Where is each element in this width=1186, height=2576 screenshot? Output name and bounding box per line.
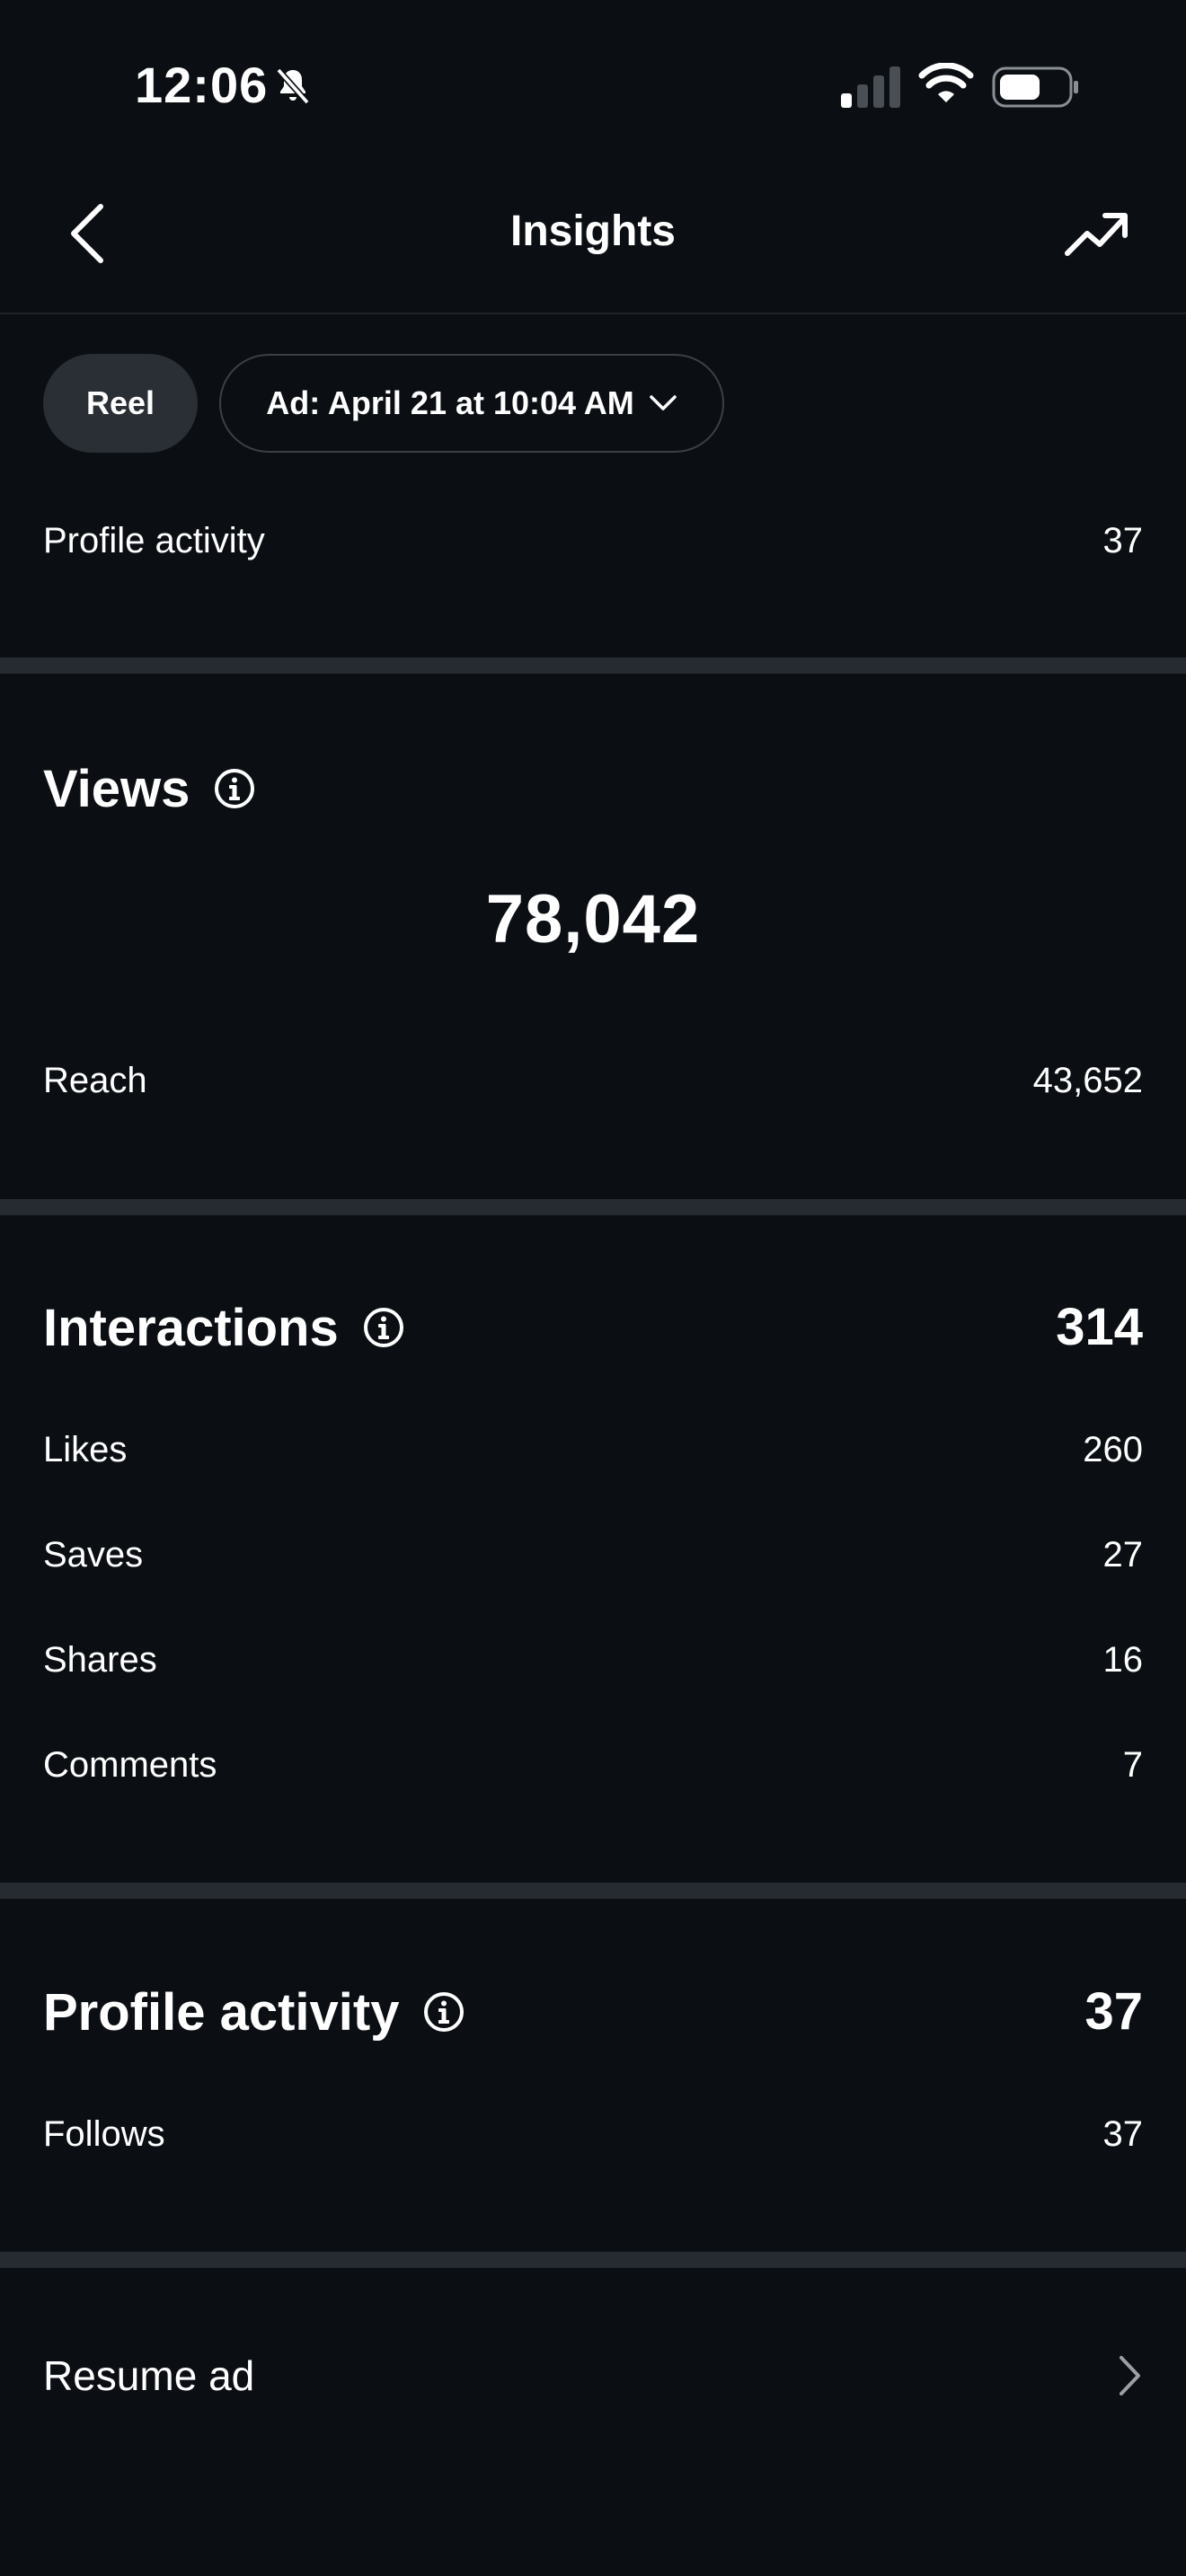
row-value: 37 [1102, 2113, 1144, 2154]
ad-date-dropdown[interactable]: Ad: April 21 at 10:04 AM [219, 354, 724, 453]
insights-screen: 12:06 Insights Reel Ad: April 21 at 10:0… [0, 0, 1186, 2576]
section-title-text: Views [43, 759, 190, 818]
summary-profile-activity-row: Profile activity 37 [43, 514, 1143, 568]
saves-row: Saves 27 [43, 1528, 1143, 1582]
trending-up-icon[interactable] [1064, 207, 1130, 260]
likes-row: Likes 260 [43, 1423, 1143, 1477]
reel-chip-label: Reel [85, 384, 155, 421]
row-label: Likes [43, 1429, 128, 1469]
status-bar: 12:06 [0, 0, 1186, 171]
info-icon[interactable] [213, 767, 256, 810]
resume-ad-button[interactable]: Resume ad [43, 2344, 1143, 2407]
nav-bar: Insights [0, 171, 1186, 314]
profile-activity-total: 37 [1084, 1982, 1143, 2041]
chevron-down-icon [649, 395, 677, 410]
battery-icon [992, 66, 1078, 108]
info-icon[interactable] [422, 1990, 465, 2033]
ad-date-label: Ad: April 21 at 10:04 AM [266, 384, 634, 421]
row-label: Profile activity [43, 520, 265, 560]
chevron-right-icon [1120, 2356, 1140, 2395]
row-value: 27 [1102, 1534, 1144, 1575]
section-divider [0, 657, 1186, 674]
cellular-signal-icon [841, 66, 900, 108]
row-label: Reach [43, 1060, 147, 1100]
row-value: 16 [1102, 1639, 1144, 1680]
follows-row: Follows 37 [43, 2107, 1143, 2161]
row-value: 43,652 [1032, 1060, 1143, 1100]
section-divider [0, 2252, 1186, 2268]
reel-chip[interactable]: Reel [43, 354, 198, 453]
wifi-icon [918, 63, 974, 102]
views-total: 78,042 [485, 881, 701, 957]
section-title-text: Profile activity [43, 1982, 400, 2042]
row-value: 260 [1083, 1429, 1143, 1469]
section-title-text: Interactions [43, 1298, 339, 1357]
info-icon[interactable] [362, 1306, 405, 1349]
row-value: 7 [1122, 1744, 1143, 1785]
row-label: Shares [43, 1639, 157, 1680]
row-label: Comments [43, 1744, 217, 1785]
views-section-title: Views [43, 754, 256, 823]
row-value: 37 [1102, 520, 1144, 560]
interactions-section-title: Interactions [43, 1293, 405, 1362]
status-time: 12:06 [135, 57, 269, 113]
section-divider [0, 1883, 1186, 1899]
resume-ad-label: Resume ad [43, 2352, 255, 2399]
row-label: Saves [43, 1534, 144, 1575]
profile-activity-section-title: Profile activity [43, 1978, 465, 2046]
row-label: Follows [43, 2113, 165, 2154]
bell-slash-icon [276, 67, 310, 105]
comments-row: Comments 7 [43, 1738, 1143, 1792]
reach-row: Reach 43,652 [43, 1054, 1143, 1107]
shares-row: Shares 16 [43, 1633, 1143, 1687]
page-title: Insights [509, 207, 676, 255]
interactions-total: 314 [1056, 1298, 1143, 1356]
section-divider [0, 1199, 1186, 1215]
